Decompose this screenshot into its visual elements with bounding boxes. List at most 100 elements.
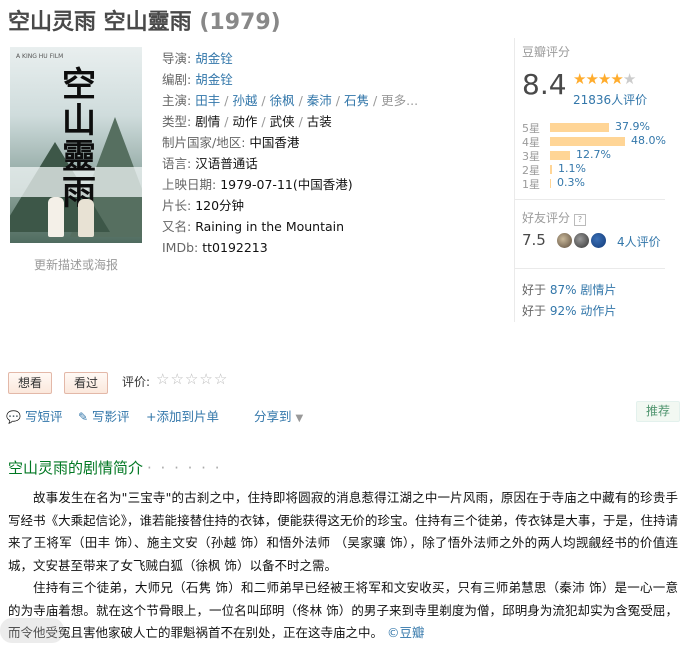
cast-more-link[interactable]: 更多... xyxy=(381,93,418,108)
rate-star-icon[interactable]: ☆ xyxy=(214,370,228,388)
writer-row: 编剧: 胡金铨 xyxy=(162,69,422,90)
runtime-value: 120分钟 xyxy=(195,198,245,213)
rating-bar xyxy=(550,165,552,174)
rating-bar xyxy=(550,123,609,132)
rate-label: 评价: xyxy=(122,375,151,389)
aka-value: Raining in the Mountain xyxy=(195,219,345,234)
rating-bar-pct: 0.3% xyxy=(557,176,585,189)
synopsis-paragraph: 故事发生在名为"三宝寺"的古刹之中，住持即将圆寂的消息惹得江湖之中一片风雨，原因… xyxy=(8,490,678,573)
cast-link[interactable]: 孙越 xyxy=(232,93,257,108)
rating-bar-pct: 48.0% xyxy=(631,134,666,147)
rating-bar xyxy=(550,151,570,160)
rating-bar-row: 5星 37.9% xyxy=(522,120,672,135)
better-than-row: 好于 92% 动作片 xyxy=(522,302,616,319)
poster-calligraphy: 空山靈雨 xyxy=(62,65,96,213)
synopsis-dots: · · · · · · xyxy=(147,459,222,477)
divider xyxy=(515,268,665,269)
aka-label: 又名: xyxy=(162,219,192,234)
rate-star-icon[interactable]: ☆ xyxy=(156,370,170,388)
language-row: 语言: 汉语普通话 xyxy=(162,153,422,174)
rating-panel: 豆瓣评分 8.4 ★★★★★ 21836人评价 5星 37.9% 4星 48.0… xyxy=(514,38,682,322)
source-link[interactable]: ©豆瓣 xyxy=(387,625,425,640)
friends-rating-label: 好友评分? xyxy=(522,209,587,226)
movie-year: (1979) xyxy=(199,10,281,35)
help-icon[interactable]: ? xyxy=(574,214,587,226)
cast-link[interactable]: 田丰 xyxy=(195,93,220,108)
rating-bar-pct: 1.1% xyxy=(558,162,586,175)
cast-link[interactable]: 徐枫 xyxy=(270,93,295,108)
movie-title: 空山灵雨 空山靈雨 xyxy=(8,10,192,35)
genre: 剧情 xyxy=(195,114,221,129)
cast-link[interactable]: 秦沛 xyxy=(307,93,332,108)
want-to-watch-button[interactable]: 想看 xyxy=(8,372,53,394)
director-row: 导演: 胡金铨 xyxy=(162,48,422,69)
synopsis-heading: 空山灵雨的剧情简介 xyxy=(8,459,144,477)
friends-score: 7.5 xyxy=(522,231,546,249)
friends-rating-text: 好友评分 xyxy=(522,211,571,225)
better-than-pct[interactable]: 92% xyxy=(550,304,577,318)
writer-label: 编剧: xyxy=(162,72,192,87)
rating-bar xyxy=(550,137,625,146)
friend-avatar[interactable] xyxy=(574,233,589,248)
rating-label: 豆瓣评分 xyxy=(522,45,571,59)
runtime-label: 片长: xyxy=(162,198,192,213)
recommend-button[interactable]: 推荐 xyxy=(636,401,680,422)
watermark xyxy=(0,618,64,643)
review-action[interactable]: ✎ 写影评 xyxy=(78,406,130,425)
short-review-link[interactable]: 写短评 xyxy=(25,409,63,424)
rate-star-icon[interactable]: ☆ xyxy=(170,370,184,388)
rating-bar xyxy=(550,179,551,188)
rating-bar-pct: 12.7% xyxy=(576,148,611,161)
short-review-action[interactable]: 💬 写短评 xyxy=(6,406,62,425)
rate-star-icon[interactable]: ☆ xyxy=(185,370,199,388)
share-action[interactable]: 分享到 ▼ xyxy=(254,406,303,425)
better-than-genre[interactable]: 动作片 xyxy=(580,304,616,318)
release-label: 上映日期: xyxy=(162,177,217,192)
chevron-down-icon: ▼ xyxy=(295,413,304,424)
page-title: 空山灵雨 空山靈雨 (1979) xyxy=(8,4,281,36)
imdb-row: IMDb: tt0192213 xyxy=(162,237,422,258)
rating-bar-label: 1星 xyxy=(522,178,540,191)
update-poster-link[interactable]: 更新描述或海报 xyxy=(34,256,118,273)
movie-poster[interactable]: A KING HU FILM 空山靈雨 xyxy=(10,47,142,243)
runtime-row: 片长: 120分钟 xyxy=(162,195,422,216)
language-value: 汉语普通话 xyxy=(195,156,258,171)
add-to-list-link[interactable]: +添加到片单 xyxy=(146,406,219,425)
rate-star-icon[interactable]: ☆ xyxy=(199,370,213,388)
divider xyxy=(515,199,665,200)
region-label: 制片国家/地区: xyxy=(162,135,246,150)
star-full-icon: ★ xyxy=(585,70,598,88)
star-empty-icon: ★ xyxy=(622,70,636,88)
comment-icon: 💬 xyxy=(6,410,21,424)
cast-link[interactable]: 石隽 xyxy=(344,93,369,108)
rating-bar-row: 3星 12.7% xyxy=(522,148,672,163)
language-label: 语言: xyxy=(162,156,192,171)
writer-link[interactable]: 胡金铨 xyxy=(195,72,233,87)
better-than-pct[interactable]: 87% xyxy=(550,283,577,297)
genre-label: 类型: xyxy=(162,114,192,129)
share-link[interactable]: 分享到 xyxy=(254,409,292,424)
rating-bar-row: 2星 1.1% xyxy=(522,162,672,177)
release-value: 1979-07-11(中国香港) xyxy=(220,177,353,192)
rating-people-link[interactable]: 21836人评价 xyxy=(573,91,647,108)
director-link[interactable]: 胡金铨 xyxy=(195,51,233,66)
movie-info: 导演: 胡金铨 编剧: 胡金铨 主演: 田丰 / 孙越 / 徐枫 / 秦沛 / … xyxy=(162,48,422,258)
region-value: 中国香港 xyxy=(249,135,300,150)
rating-bar-row: 4星 48.0% xyxy=(522,134,672,149)
friend-avatar[interactable] xyxy=(557,233,572,248)
rating-stars: ★★★★★ xyxy=(573,70,636,88)
pencil-icon: ✎ xyxy=(78,410,89,424)
genre: 古装 xyxy=(306,114,332,129)
synopsis-body: 故事发生在名为"三宝寺"的古刹之中，住持即将圆寂的消息惹得江湖之中一片风雨，原因… xyxy=(8,487,678,645)
cast-label: 主演: xyxy=(162,93,192,108)
synopsis-title: 空山灵雨的剧情简介 · · · · · · xyxy=(8,457,221,478)
better-than-genre[interactable]: 剧情片 xyxy=(580,283,616,297)
friends-people-link[interactable]: 4人评价 xyxy=(617,233,661,250)
rating-bar-pct: 37.9% xyxy=(615,120,650,133)
watched-button[interactable]: 看过 xyxy=(64,372,109,394)
review-link[interactable]: 写影评 xyxy=(92,409,130,424)
genre: 动作 xyxy=(232,114,258,129)
aka-row: 又名: Raining in the Mountain xyxy=(162,216,422,237)
friend-avatar[interactable] xyxy=(591,233,606,248)
imdb-value: tt0192213 xyxy=(202,240,268,255)
